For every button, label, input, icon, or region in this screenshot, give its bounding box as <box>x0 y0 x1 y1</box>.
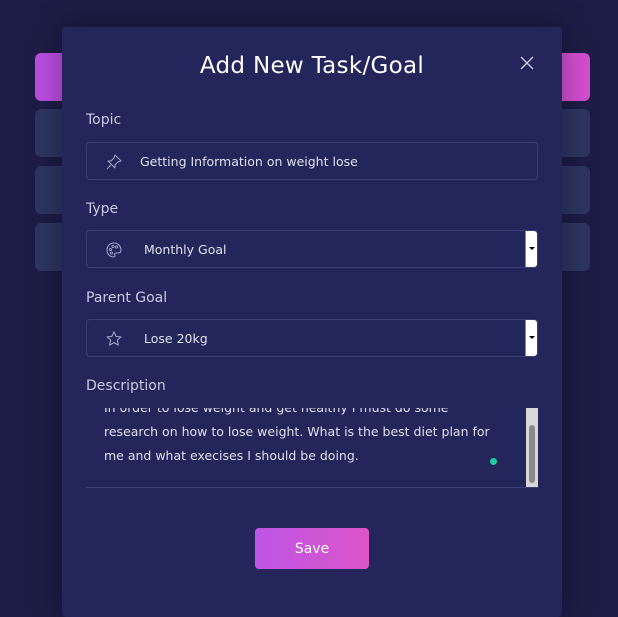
star-icon <box>105 330 123 348</box>
chevron-down-icon[interactable] <box>525 320 537 356</box>
type-select-value: Monthly Goal <box>144 242 227 257</box>
save-button[interactable]: Save <box>255 528 369 569</box>
parent-goal-label: Parent Goal <box>86 290 168 306</box>
description-text: In order to lose weight and get healthy … <box>104 408 490 463</box>
pin-icon <box>105 153 123 171</box>
type-label: Type <box>86 201 119 217</box>
modal-title: Add New Task/Goal <box>199 53 425 79</box>
parent-goal-select[interactable]: Lose 20kg <box>86 319 538 357</box>
add-task-modal: Add New Task/Goal Topic Getting Informat… <box>62 27 562 617</box>
description-label: Description <box>86 378 166 394</box>
scrollbar-thumb[interactable] <box>529 425 535 483</box>
topic-field[interactable]: Getting Information on weight lose <box>86 142 538 180</box>
description-scrollbar[interactable] <box>526 408 538 487</box>
palette-icon <box>105 241 123 259</box>
topic-label: Topic <box>86 112 122 128</box>
topic-input-value: Getting Information on weight lose <box>140 154 358 169</box>
parent-goal-select-value: Lose 20kg <box>144 331 208 346</box>
status-dot <box>490 458 497 465</box>
close-icon[interactable] <box>518 54 536 72</box>
type-select[interactable]: Monthly Goal <box>86 230 538 268</box>
description-textarea[interactable]: In order to lose weight and get healthy … <box>86 408 538 488</box>
chevron-down-icon[interactable] <box>525 231 537 267</box>
